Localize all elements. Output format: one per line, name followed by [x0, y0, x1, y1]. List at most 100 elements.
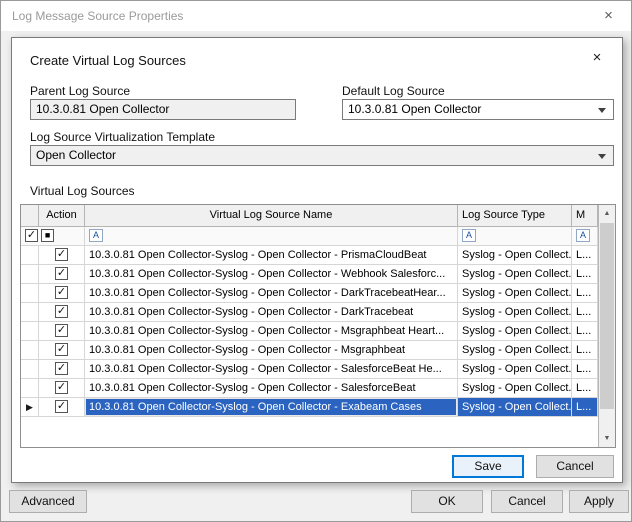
row-m-cell[interactable]: L...: [572, 284, 598, 303]
scroll-down-icon[interactable]: ▼: [599, 430, 615, 447]
row-m-cell[interactable]: L...: [572, 246, 598, 265]
virtual-log-sources-label: Virtual Log Sources: [30, 184, 135, 198]
save-button[interactable]: Save: [452, 455, 524, 478]
row-m-cell[interactable]: L...: [572, 322, 598, 341]
column-header-name[interactable]: Virtual Log Source Name: [85, 205, 458, 227]
text-filter-icon[interactable]: A: [576, 229, 590, 242]
row-checkbox[interactable]: ✓: [55, 286, 68, 299]
row-checkbox-cell: ✓: [39, 322, 85, 341]
row-selector-cell[interactable]: [21, 341, 39, 360]
row-checkbox[interactable]: ✓: [55, 305, 68, 318]
table-row[interactable]: ✓ 10.3.0.81 Open Collector-Syslog - Open…: [21, 322, 598, 341]
row-m-cell[interactable]: L...: [572, 341, 598, 360]
row-type-cell[interactable]: Syslog - Open Collect...: [458, 265, 572, 284]
row-name-cell[interactable]: 10.3.0.81 Open Collector-Syslog - Open C…: [85, 379, 458, 398]
table-row[interactable]: ✓ 10.3.0.81 Open Collector-Syslog - Open…: [21, 379, 598, 398]
table-row[interactable]: ✓ 10.3.0.81 Open Collector-Syslog - Open…: [21, 246, 598, 265]
table-row-selected[interactable]: ▶ ✓ 10.3.0.81 Open Collector-Syslog - Op…: [21, 398, 598, 417]
scrollbar-thumb[interactable]: [600, 223, 614, 409]
table-row[interactable]: ✓ 10.3.0.81 Open Collector-Syslog - Open…: [21, 360, 598, 379]
text-filter-icon[interactable]: A: [89, 229, 103, 242]
row-name-cell[interactable]: 10.3.0.81 Open Collector-Syslog - Open C…: [85, 360, 458, 379]
check-icon: ✓: [56, 325, 67, 336]
header-row-selector: [21, 205, 39, 227]
row-type-cell[interactable]: Syslog - Open Collect...: [458, 398, 572, 417]
check-icon: ✓: [56, 268, 67, 279]
row-checkbox[interactable]: ✓: [55, 400, 68, 413]
grid-header-row: Action Virtual Log Source Name Log Sourc…: [21, 205, 598, 227]
row-checkbox-cell: ✓: [39, 265, 85, 284]
ok-button[interactable]: OK: [411, 490, 483, 513]
filter-m-cell[interactable]: A: [572, 227, 598, 246]
row-type-cell[interactable]: Syslog - Open Collect...: [458, 303, 572, 322]
row-name-cell[interactable]: 10.3.0.81 Open Collector-Syslog - Open C…: [85, 265, 458, 284]
column-header-m[interactable]: M: [572, 205, 598, 227]
row-selector-cell[interactable]: [21, 303, 39, 322]
table-row[interactable]: ✓ 10.3.0.81 Open Collector-Syslog - Open…: [21, 284, 598, 303]
chevron-down-icon: [598, 108, 606, 113]
scroll-up-icon[interactable]: ▲: [599, 205, 615, 222]
row-m-cell[interactable]: L...: [572, 379, 598, 398]
row-selector-cell[interactable]: [21, 360, 39, 379]
check-icon: ✓: [26, 230, 37, 241]
row-selector-cell[interactable]: [21, 246, 39, 265]
row-name-cell[interactable]: 10.3.0.81 Open Collector-Syslog - Open C…: [85, 284, 458, 303]
row-name-cell[interactable]: 10.3.0.81 Open Collector-Syslog - Open C…: [85, 341, 458, 360]
default-log-source-select[interactable]: 10.3.0.81 Open Collector: [342, 99, 614, 120]
row-checkbox-cell: ✓: [39, 360, 85, 379]
row-selector-cell[interactable]: [21, 379, 39, 398]
deselect-all-checkbox[interactable]: ■: [41, 229, 54, 242]
row-checkbox[interactable]: ✓: [55, 381, 68, 394]
check-icon: ✓: [56, 249, 67, 260]
table-row[interactable]: ✓ 10.3.0.81 Open Collector-Syslog - Open…: [21, 303, 598, 322]
check-icon: ✓: [56, 363, 67, 374]
dialog-cancel-button[interactable]: Cancel: [536, 455, 614, 478]
row-selector-cell[interactable]: [21, 322, 39, 341]
row-m-cell[interactable]: L...: [572, 360, 598, 379]
row-selector-cell[interactable]: [21, 265, 39, 284]
row-checkbox[interactable]: ✓: [55, 362, 68, 375]
filter-name-cell[interactable]: A: [85, 227, 458, 246]
virtualization-template-label: Log Source Virtualization Template: [30, 130, 215, 144]
row-type-cell[interactable]: Syslog - Open Collect...: [458, 284, 572, 303]
virtual-log-sources-grid: Action Virtual Log Source Name Log Sourc…: [20, 204, 616, 448]
table-row[interactable]: ✓ 10.3.0.81 Open Collector-Syslog - Open…: [21, 341, 598, 360]
virtualization-template-select[interactable]: Open Collector: [30, 145, 614, 166]
row-name-cell[interactable]: 10.3.0.81 Open Collector-Syslog - Open C…: [85, 303, 458, 322]
close-icon[interactable]: ×: [586, 1, 631, 31]
vertical-scrollbar[interactable]: ▲ ▼: [598, 205, 615, 447]
row-type-cell[interactable]: Syslog - Open Collect...: [458, 360, 572, 379]
log-message-source-properties-window: Log Message Source Properties × Create V…: [0, 0, 632, 522]
row-type-cell[interactable]: Syslog - Open Collect...: [458, 379, 572, 398]
apply-button[interactable]: Apply: [569, 490, 629, 513]
column-header-type[interactable]: Log Source Type: [458, 205, 572, 227]
row-selector-cell[interactable]: ▶: [21, 398, 39, 417]
row-m-cell[interactable]: L...: [572, 303, 598, 322]
row-name-cell[interactable]: 10.3.0.81 Open Collector-Syslog - Open C…: [85, 246, 458, 265]
row-checkbox[interactable]: ✓: [55, 267, 68, 280]
advanced-button[interactable]: Advanced: [9, 490, 87, 513]
row-checkbox[interactable]: ✓: [55, 343, 68, 356]
column-header-action[interactable]: Action: [39, 205, 85, 227]
row-checkbox[interactable]: ✓: [55, 324, 68, 337]
filter-type-cell[interactable]: A: [458, 227, 572, 246]
row-type-cell[interactable]: Syslog - Open Collect...: [458, 322, 572, 341]
dialog-title: Create Virtual Log Sources: [30, 53, 186, 68]
parent-log-source-label: Parent Log Source: [30, 84, 130, 98]
grid-body: Action Virtual Log Source Name Log Sourc…: [21, 205, 598, 447]
dialog-close-icon[interactable]: ×: [586, 47, 608, 69]
select-all-checkbox[interactable]: ✓: [25, 229, 38, 242]
row-m-cell[interactable]: L...: [572, 265, 598, 284]
row-checkbox[interactable]: ✓: [55, 248, 68, 261]
row-type-cell[interactable]: Syslog - Open Collect...: [458, 246, 572, 265]
row-name-cell[interactable]: 10.3.0.81 Open Collector-Syslog - Open C…: [85, 322, 458, 341]
row-checkbox-cell: ✓: [39, 398, 85, 417]
text-filter-icon[interactable]: A: [462, 229, 476, 242]
row-m-cell[interactable]: L...: [572, 398, 598, 417]
row-selector-cell[interactable]: [21, 284, 39, 303]
cancel-button[interactable]: Cancel: [491, 490, 563, 513]
row-name-cell[interactable]: 10.3.0.81 Open Collector-Syslog - Open C…: [85, 398, 458, 417]
parent-log-source-field[interactable]: 10.3.0.81 Open Collector: [30, 99, 296, 120]
row-type-cell[interactable]: Syslog - Open Collect...: [458, 341, 572, 360]
table-row[interactable]: ✓ 10.3.0.81 Open Collector-Syslog - Open…: [21, 265, 598, 284]
